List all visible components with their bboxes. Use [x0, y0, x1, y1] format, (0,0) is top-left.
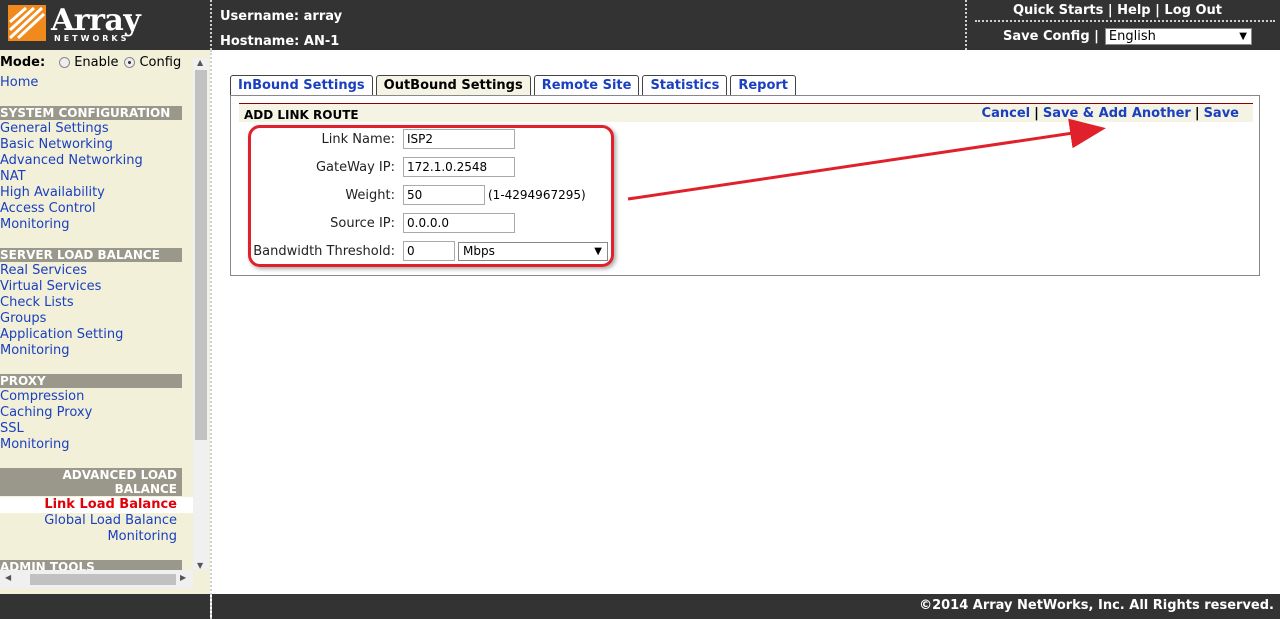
footer-left — [0, 594, 210, 619]
copyright-text: ©2014 Array NetWorks, Inc. All Rights re… — [919, 598, 1274, 613]
footer: ©2014 Array NetWorks, Inc. All Rights re… — [212, 594, 1280, 619]
annotation-arrow-icon — [627, 118, 1106, 201]
